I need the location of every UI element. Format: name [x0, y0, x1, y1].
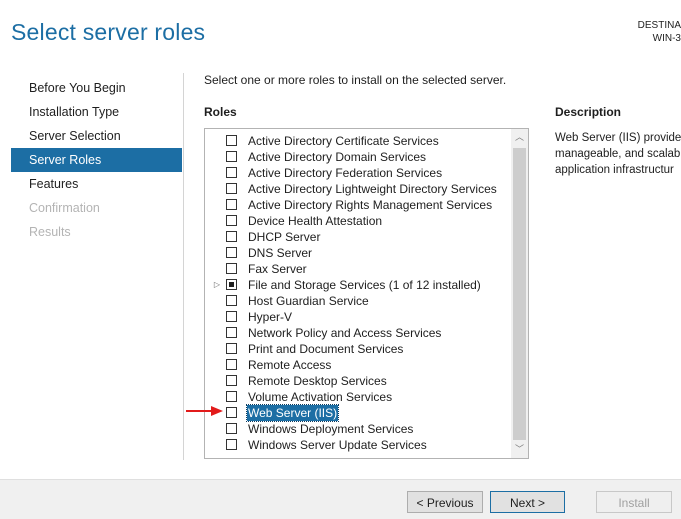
- role-item-dhcp-server[interactable]: DHCP Server: [205, 229, 510, 245]
- role-label: Active Directory Federation Services: [248, 166, 443, 180]
- role-item-print-and-document-services[interactable]: Print and Document Services: [205, 341, 510, 357]
- install-button[interactable]: Install: [596, 491, 672, 513]
- role-label: Fax Server: [248, 262, 307, 276]
- chevron-down-icon[interactable]: ﹀: [511, 441, 528, 458]
- role-label: Active Directory Certificate Services: [248, 134, 439, 148]
- role-checkbox[interactable]: [226, 279, 237, 290]
- role-label: Remote Desktop Services: [248, 374, 387, 388]
- role-item-volume-activation-services[interactable]: Volume Activation Services: [205, 389, 510, 405]
- role-label: Device Health Attestation: [248, 214, 383, 228]
- role-label: Hyper-V: [248, 310, 293, 324]
- nav-item-results: Results: [29, 225, 71, 239]
- page-title: Select server roles: [11, 19, 206, 45]
- nav-item-before-you-begin[interactable]: Before You Begin: [11, 76, 182, 100]
- roles-items: Active Directory Certificate Services Ac…: [205, 133, 510, 453]
- role-item-ad-lightweight-directory-services[interactable]: Active Directory Lightweight Directory S…: [205, 181, 510, 197]
- role-checkbox[interactable]: [226, 359, 237, 370]
- chevron-up-icon[interactable]: ︿: [511, 129, 528, 146]
- description-line: manageable, and scalab: [555, 148, 681, 160]
- destination-server-name: WIN-3: [652, 33, 681, 44]
- roles-list[interactable]: Active Directory Certificate Services Ac…: [204, 128, 529, 459]
- role-label: Active Directory Lightweight Directory S…: [248, 182, 497, 196]
- role-checkbox[interactable]: [226, 183, 237, 194]
- role-label: Host Guardian Service: [248, 294, 369, 308]
- role-checkbox[interactable]: [226, 295, 237, 306]
- role-checkbox[interactable]: [226, 311, 237, 322]
- description-line: Web Server (IIS) provide: [555, 132, 681, 144]
- role-item-fax-server[interactable]: Fax Server: [205, 261, 510, 277]
- role-label: Active Directory Domain Services: [248, 150, 427, 164]
- role-label: Web Server (IIS): [245, 404, 340, 422]
- role-checkbox[interactable]: [226, 231, 237, 242]
- nav-item-server-roles[interactable]: Server Roles: [11, 148, 182, 172]
- role-item-dns-server[interactable]: DNS Server: [205, 245, 510, 261]
- destination-server-info: DESTINA WIN-3: [638, 19, 681, 45]
- role-label: Volume Activation Services: [248, 390, 393, 404]
- role-item-ad-rights-management-services[interactable]: Active Directory Rights Management Servi…: [205, 197, 510, 213]
- role-label: Windows Server Update Services: [248, 438, 427, 452]
- role-checkbox[interactable]: [226, 199, 237, 210]
- roles-heading: Roles: [204, 105, 237, 119]
- expand-triangle-icon[interactable]: ▷: [212, 277, 222, 293]
- nav-item-confirmation: Confirmation: [29, 201, 100, 215]
- role-item-network-policy-and-access-services[interactable]: Network Policy and Access Services: [205, 325, 510, 341]
- scrollbar-thumb[interactable]: [513, 148, 526, 440]
- role-checkbox[interactable]: [226, 391, 237, 402]
- role-item-windows-server-update-services[interactable]: Windows Server Update Services: [205, 437, 510, 453]
- role-checkbox[interactable]: [226, 151, 237, 162]
- previous-button[interactable]: < Previous: [407, 491, 483, 513]
- role-checkbox[interactable]: [226, 247, 237, 258]
- role-label: Print and Document Services: [248, 342, 404, 356]
- role-checkbox[interactable]: [226, 215, 237, 226]
- navigation-divider: [183, 73, 184, 460]
- role-item-windows-deployment-services[interactable]: Windows Deployment Services: [205, 421, 510, 437]
- role-checkbox[interactable]: [226, 135, 237, 146]
- role-label: Active Directory Rights Management Servi…: [248, 198, 493, 212]
- role-checkbox[interactable]: [226, 343, 237, 354]
- role-label: Windows Deployment Services: [248, 422, 414, 436]
- description-text: Web Server (IIS) provide manageable, and…: [555, 130, 681, 178]
- role-label: Network Policy and Access Services: [248, 326, 442, 340]
- role-label: DHCP Server: [248, 230, 321, 244]
- role-label: DNS Server: [248, 246, 313, 260]
- role-checkbox[interactable]: [226, 407, 237, 418]
- role-label: File and Storage Services (1 of 12 insta…: [248, 278, 481, 292]
- roles-scrollbar[interactable]: ︿ ﹀: [511, 129, 528, 458]
- instructions-text: Select one or more roles to install on t…: [204, 73, 507, 87]
- role-item-web-server-iis[interactable]: Web Server (IIS): [205, 404, 510, 422]
- role-checkbox[interactable]: [226, 327, 237, 338]
- description-line: application infrastructur: [555, 164, 674, 176]
- role-item-ad-federation-services[interactable]: Active Directory Federation Services: [205, 165, 510, 181]
- role-item-host-guardian-service[interactable]: Host Guardian Service: [205, 293, 510, 309]
- wizard-navigation: Before You Begin Installation Type Serve…: [11, 76, 182, 244]
- role-label: Remote Access: [248, 358, 332, 372]
- role-checkbox[interactable]: [226, 167, 237, 178]
- nav-item-features[interactable]: Features: [11, 172, 182, 196]
- next-button[interactable]: Next >: [490, 491, 565, 513]
- destination-label: DESTINA: [637, 20, 681, 31]
- red-arrow-annotation-icon: [186, 406, 223, 416]
- wizard-footer: < Previous Next > Install: [0, 479, 681, 519]
- role-item-ad-domain-services[interactable]: Active Directory Domain Services: [205, 149, 510, 165]
- nav-item-server-selection[interactable]: Server Selection: [11, 124, 182, 148]
- role-checkbox[interactable]: [226, 263, 237, 274]
- role-item-device-health-attestation[interactable]: Device Health Attestation: [205, 213, 510, 229]
- role-item-file-and-storage-services[interactable]: ▷ File and Storage Services (1 of 12 inst…: [205, 277, 510, 293]
- role-item-remote-desktop-services[interactable]: Remote Desktop Services: [205, 373, 510, 389]
- role-checkbox[interactable]: [226, 375, 237, 386]
- nav-item-installation-type[interactable]: Installation Type: [11, 100, 182, 124]
- role-item-ad-certificate-services[interactable]: Active Directory Certificate Services: [205, 133, 510, 149]
- role-item-remote-access[interactable]: Remote Access: [205, 357, 510, 373]
- role-checkbox[interactable]: [226, 423, 237, 434]
- description-heading: Description: [555, 105, 622, 119]
- role-checkbox[interactable]: [226, 439, 237, 450]
- role-item-hyper-v[interactable]: Hyper-V: [205, 309, 510, 325]
